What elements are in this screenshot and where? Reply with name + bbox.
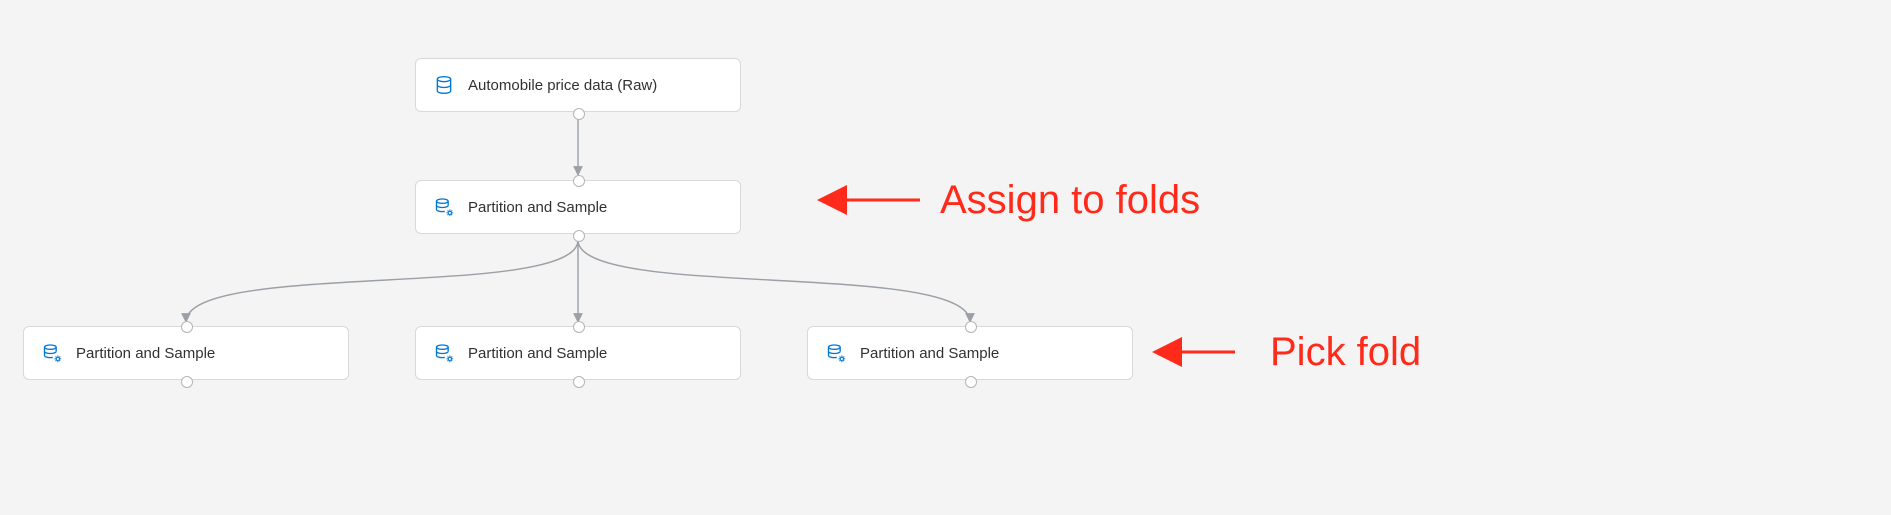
node-dataset[interactable]: Automobile price data (Raw) — [415, 58, 741, 112]
node-partition-c[interactable]: Partition and Sample — [807, 326, 1133, 380]
port-out-b[interactable] — [573, 376, 585, 388]
port-out-dataset[interactable] — [573, 108, 585, 120]
port-out-c[interactable] — [965, 376, 977, 388]
node-label: Partition and Sample — [468, 199, 607, 216]
database-gear-icon — [434, 197, 454, 217]
database-icon — [434, 75, 454, 95]
annotation-assign-to-folds: Assign to folds — [940, 178, 1200, 223]
database-gear-icon — [434, 343, 454, 363]
node-label: Partition and Sample — [860, 345, 999, 362]
database-gear-icon — [42, 343, 62, 363]
node-label: Automobile price data (Raw) — [468, 77, 657, 94]
node-label: Partition and Sample — [76, 345, 215, 362]
pipeline-canvas: Automobile price data (Raw) — [0, 0, 1891, 515]
port-in-root[interactable] — [573, 175, 585, 187]
port-out-a[interactable] — [181, 376, 193, 388]
edge-root-to-c — [578, 240, 970, 322]
node-partition-b[interactable]: Partition and Sample — [415, 326, 741, 380]
port-in-b[interactable] — [573, 321, 585, 333]
database-gear-icon — [826, 343, 846, 363]
node-partition-a[interactable]: Partition and Sample — [23, 326, 349, 380]
port-in-a[interactable] — [181, 321, 193, 333]
connector-layer — [0, 0, 1891, 515]
node-label: Partition and Sample — [468, 345, 607, 362]
port-out-root[interactable] — [573, 230, 585, 242]
port-in-c[interactable] — [965, 321, 977, 333]
annotation-pick-fold: Pick fold — [1270, 330, 1421, 375]
node-partition-root[interactable]: Partition and Sample — [415, 180, 741, 234]
edge-root-to-a — [186, 240, 578, 322]
